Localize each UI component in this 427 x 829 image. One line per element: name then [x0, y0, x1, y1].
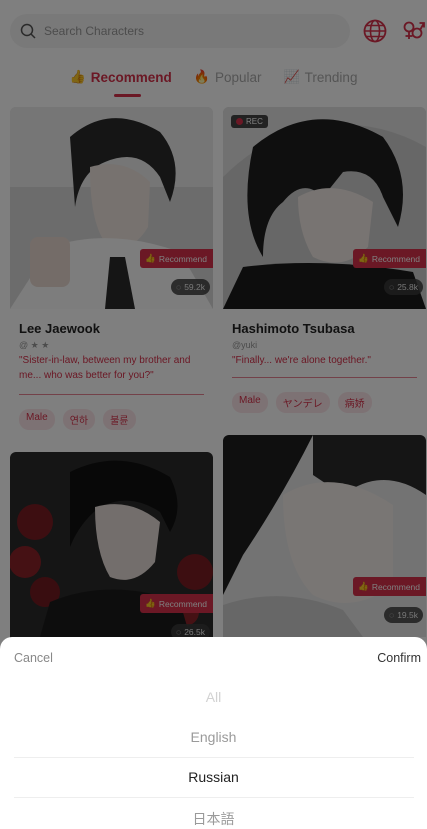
picker-option[interactable]: 日本語 [0, 809, 427, 829]
confirm-button[interactable]: Confirm [377, 651, 421, 665]
app: 👍 Recommend 🔥 Popular 📈 Trending [0, 0, 427, 827]
selection-divider [14, 797, 414, 798]
cancel-button[interactable]: Cancel [14, 651, 53, 665]
language-picker-sheet: Cancel Confirm All English Russian 日本語 [0, 637, 427, 827]
picker-option[interactable]: All [0, 689, 427, 705]
selection-divider [14, 757, 414, 758]
picker-option-selected[interactable]: Russian [0, 769, 427, 785]
picker-option[interactable]: English [0, 729, 427, 745]
